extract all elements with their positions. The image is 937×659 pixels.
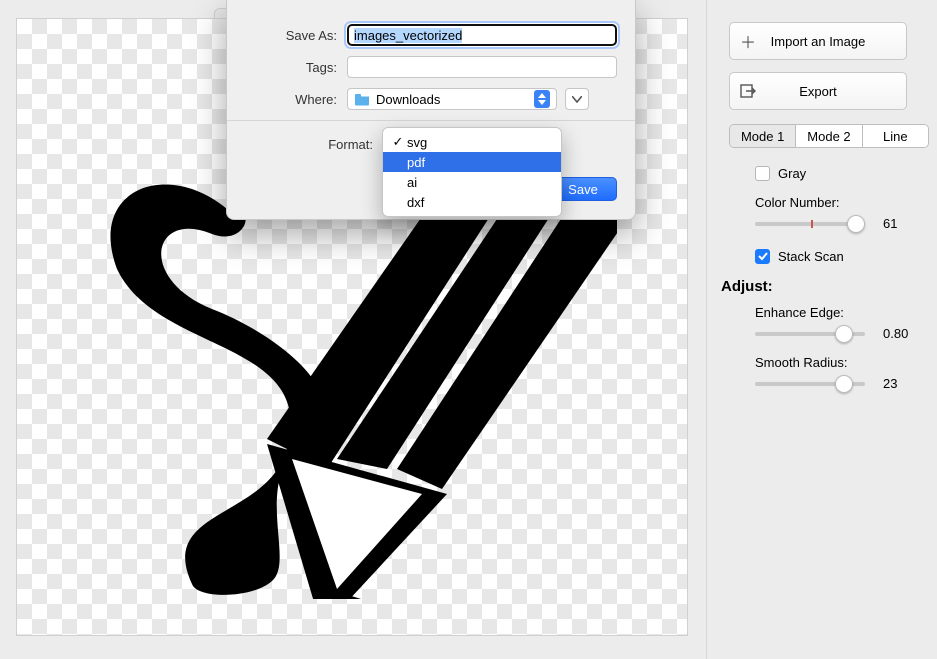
tab-mode-2[interactable]: Mode 2	[796, 125, 862, 147]
tags-input[interactable]	[347, 56, 617, 78]
color-number-slider[interactable]	[755, 222, 865, 226]
save-dialog: Save As: Tags: Where: Downloads	[226, 0, 636, 220]
where-value: Downloads	[376, 92, 530, 107]
export-icon	[730, 84, 766, 98]
smooth-radius-slider[interactable]	[755, 382, 865, 386]
enhance-edge-slider[interactable]	[755, 332, 865, 336]
tab-mode-1[interactable]: Mode 1	[730, 125, 796, 147]
check-icon: ✓	[389, 134, 407, 150]
slider-thumb[interactable]	[835, 325, 853, 343]
where-dropdown[interactable]: Downloads	[347, 88, 557, 110]
format-label: Format:	[245, 137, 373, 152]
smooth-radius-value: 23	[883, 376, 919, 391]
stack-scan-label: Stack Scan	[778, 249, 844, 264]
tab-line[interactable]: Line	[863, 125, 928, 147]
enhance-edge-label: Enhance Edge:	[755, 305, 929, 320]
updown-arrows-icon	[534, 90, 550, 108]
gray-label: Gray	[778, 166, 806, 181]
color-number-label: Color Number:	[755, 195, 929, 210]
smooth-radius-label: Smooth Radius:	[755, 355, 929, 370]
tags-label: Tags:	[245, 60, 337, 75]
mode-segmented-control: Mode 1 Mode 2 Line	[729, 124, 929, 148]
where-label: Where:	[245, 92, 337, 107]
adjust-heading: Adjust:	[721, 278, 929, 295]
save-as-input[interactable]	[347, 24, 617, 46]
plus-icon: ＋	[730, 29, 766, 53]
stack-scan-checkbox[interactable]	[755, 249, 770, 264]
color-number-value: 61	[883, 216, 919, 231]
enhance-edge-value: 0.80	[883, 326, 919, 341]
chevron-down-icon	[572, 96, 582, 103]
folder-icon	[354, 92, 370, 106]
format-option-pdf[interactable]: pdf	[383, 152, 561, 172]
save-as-label: Save As:	[245, 28, 337, 43]
slider-thumb[interactable]	[835, 375, 853, 393]
format-option-ai[interactable]: ai	[383, 172, 561, 192]
gray-checkbox[interactable]	[755, 166, 770, 181]
format-option-svg[interactable]: ✓ svg	[383, 132, 561, 152]
export-button[interactable]: Export	[729, 72, 907, 110]
slider-thumb[interactable]	[847, 215, 865, 233]
expand-dialog-button[interactable]	[565, 88, 589, 110]
import-image-button[interactable]: ＋ Import an Image	[729, 22, 907, 60]
format-menu: ✓ svg pdf ai dxf	[382, 127, 562, 217]
format-option-dxf[interactable]: dxf	[383, 192, 561, 212]
slider-tick	[811, 220, 813, 228]
